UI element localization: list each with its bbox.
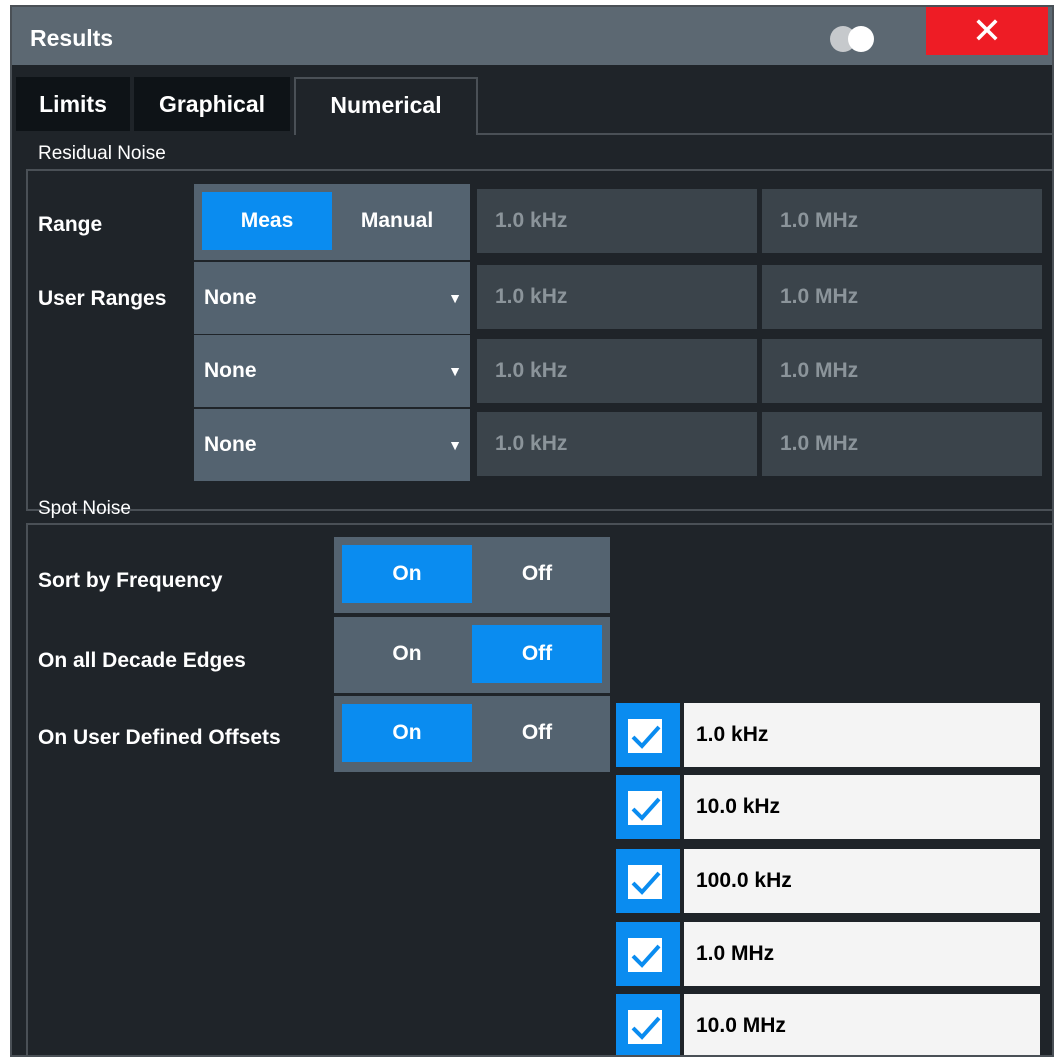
decade-edges-off[interactable]: Off bbox=[472, 625, 602, 683]
tab-graphical[interactable]: Graphical bbox=[134, 77, 290, 131]
user-range-2-stop[interactable]: 1.0 MHz bbox=[762, 339, 1042, 403]
user-ranges-label: User Ranges bbox=[38, 287, 167, 310]
user-range-1-value: None bbox=[204, 286, 257, 309]
dialog-title: Results bbox=[30, 25, 114, 51]
range-manual-option[interactable]: Manual bbox=[332, 192, 462, 250]
checkmark-icon bbox=[626, 1008, 664, 1046]
user-range-2-dropdown[interactable]: None ▼ bbox=[194, 335, 470, 407]
sort-by-frequency-off[interactable]: Off bbox=[472, 545, 602, 603]
decade-edges-on[interactable]: On bbox=[342, 625, 472, 683]
chevron-down-icon: ▼ bbox=[448, 290, 462, 306]
chevron-down-icon: ▼ bbox=[448, 437, 462, 453]
user-offsets-toggle: On Off bbox=[334, 696, 610, 772]
results-dialog: Results ✕ Limits Graphical Numerical Res… bbox=[10, 5, 1054, 1057]
decade-edges-toggle: On Off bbox=[334, 617, 610, 693]
tab-numerical[interactable]: Numerical bbox=[294, 77, 478, 135]
user-range-3-stop[interactable]: 1.0 MHz bbox=[762, 412, 1042, 476]
offset-3-checkbox[interactable] bbox=[616, 849, 680, 913]
offset-3-input[interactable]: 100.0 kHz bbox=[684, 849, 1040, 913]
user-range-3-dropdown[interactable]: None ▼ bbox=[194, 409, 470, 481]
user-offsets-label: On User Defined Offsets bbox=[38, 726, 281, 749]
sort-by-frequency-label: Sort by Frequency bbox=[38, 569, 223, 592]
offset-1-checkbox[interactable] bbox=[616, 703, 680, 767]
range-stop-field[interactable]: 1.0 MHz bbox=[762, 189, 1042, 253]
range-meas-option[interactable]: Meas bbox=[202, 192, 332, 250]
user-offsets-off[interactable]: Off bbox=[472, 704, 602, 762]
checkmark-icon bbox=[626, 936, 664, 974]
user-range-1-dropdown[interactable]: None ▼ bbox=[194, 262, 470, 334]
tab-limits[interactable]: Limits bbox=[16, 77, 130, 131]
user-range-1-start[interactable]: 1.0 kHz bbox=[477, 265, 757, 329]
user-range-3-value: None bbox=[204, 433, 257, 456]
residual-noise-title: Residual Noise bbox=[38, 143, 166, 164]
title-bar: Results ✕ bbox=[12, 7, 1052, 65]
offset-5-checkbox[interactable] bbox=[616, 994, 680, 1055]
checkmark-icon bbox=[626, 863, 664, 901]
spot-noise-title: Spot Noise bbox=[38, 498, 131, 519]
range-label: Range bbox=[38, 213, 103, 236]
range-selector: Meas Manual bbox=[194, 184, 470, 260]
tab-divider bbox=[478, 133, 1052, 135]
sort-by-frequency-toggle: On Off bbox=[334, 537, 610, 613]
dialog-content: Limits Graphical Numerical Residual Nois… bbox=[12, 65, 1052, 1055]
decade-edges-label: On all Decade Edges bbox=[38, 649, 246, 672]
close-button[interactable]: ✕ bbox=[926, 7, 1048, 55]
user-range-1-stop[interactable]: 1.0 MHz bbox=[762, 265, 1042, 329]
offset-2-input[interactable]: 10.0 kHz bbox=[684, 775, 1040, 839]
offset-4-input[interactable]: 1.0 MHz bbox=[684, 922, 1040, 986]
user-range-2-value: None bbox=[204, 359, 257, 382]
user-range-2-start[interactable]: 1.0 kHz bbox=[477, 339, 757, 403]
checkmark-icon bbox=[626, 789, 664, 827]
user-offsets-on[interactable]: On bbox=[342, 704, 472, 762]
toggle-circles-icon[interactable] bbox=[830, 26, 878, 52]
checkmark-icon bbox=[626, 717, 664, 755]
range-start-field[interactable]: 1.0 kHz bbox=[477, 189, 757, 253]
offset-5-input[interactable]: 10.0 MHz bbox=[684, 994, 1040, 1055]
offset-4-checkbox[interactable] bbox=[616, 922, 680, 986]
offset-2-checkbox[interactable] bbox=[616, 775, 680, 839]
offset-1-input[interactable]: 1.0 kHz bbox=[684, 703, 1040, 767]
sort-by-frequency-on[interactable]: On bbox=[342, 545, 472, 603]
chevron-down-icon: ▼ bbox=[448, 363, 462, 379]
user-range-3-start[interactable]: 1.0 kHz bbox=[477, 412, 757, 476]
